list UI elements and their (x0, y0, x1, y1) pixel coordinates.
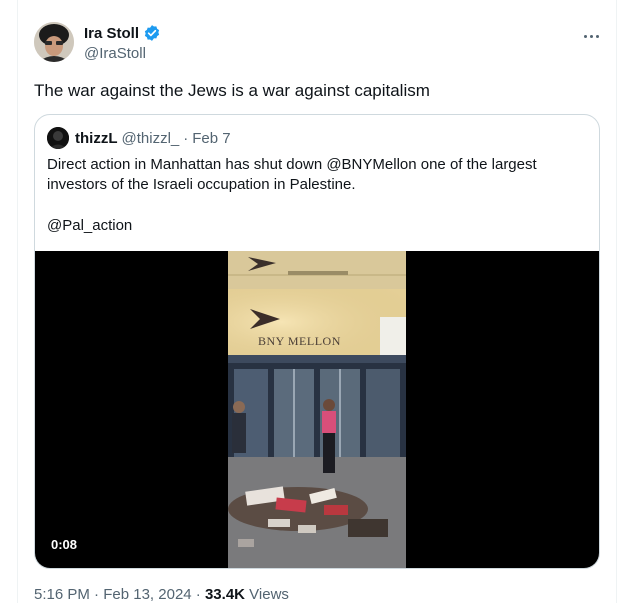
bny-mellon-sign: BNY MELLON (258, 334, 341, 348)
quoted-handle: @thizzl_ (121, 129, 180, 147)
author-avatar[interactable] (34, 22, 74, 62)
video-player[interactable]: BNY MELLON 0:08 (35, 251, 599, 568)
quoted-separator: · (183, 129, 189, 147)
quoted-tweet-text: Direct action in Manhattan has shut down… (47, 155, 587, 195)
views-count[interactable]: 33.4K (205, 586, 245, 603)
video-duration: 0:08 (45, 535, 84, 554)
footer-separator-2: · (195, 586, 201, 603)
tweet-date[interactable]: Feb 13, 2024 (103, 586, 191, 603)
quoted-tweet[interactable]: thizzL @thizzl_ · Feb 7 Direct action in… (34, 114, 600, 569)
tweet-time[interactable]: 5:16 PM (34, 586, 90, 603)
quoted-tweet-body: Direct action in Manhattan has shut down… (47, 156, 541, 193)
author-handle[interactable]: @IraStoll (84, 45, 146, 62)
author-display-name[interactable]: Ira Stoll (84, 25, 139, 42)
tweet-text: The war against the Jews is a war agains… (34, 81, 430, 100)
quoted-display-name: thizzL (75, 129, 118, 147)
quoted-date: Feb 7 (192, 129, 231, 147)
quoted-tweet-header: thizzL @thizzl_ · Feb 7 (47, 127, 231, 149)
author-name-row: Ira Stoll (84, 24, 161, 42)
footer-separator-1: · (94, 586, 100, 603)
quoted-author-avatar (47, 127, 69, 149)
quoted-tweet-mention: @Pal_action (47, 217, 133, 234)
verified-badge-icon (143, 24, 161, 42)
video-frame: BNY MELLON (228, 251, 406, 568)
tweet-footer: 5:16 PM · Feb 13, 2024 · 33.4K Views (34, 586, 289, 603)
more-options-icon[interactable] (578, 26, 604, 46)
views-label: Views (249, 586, 289, 603)
